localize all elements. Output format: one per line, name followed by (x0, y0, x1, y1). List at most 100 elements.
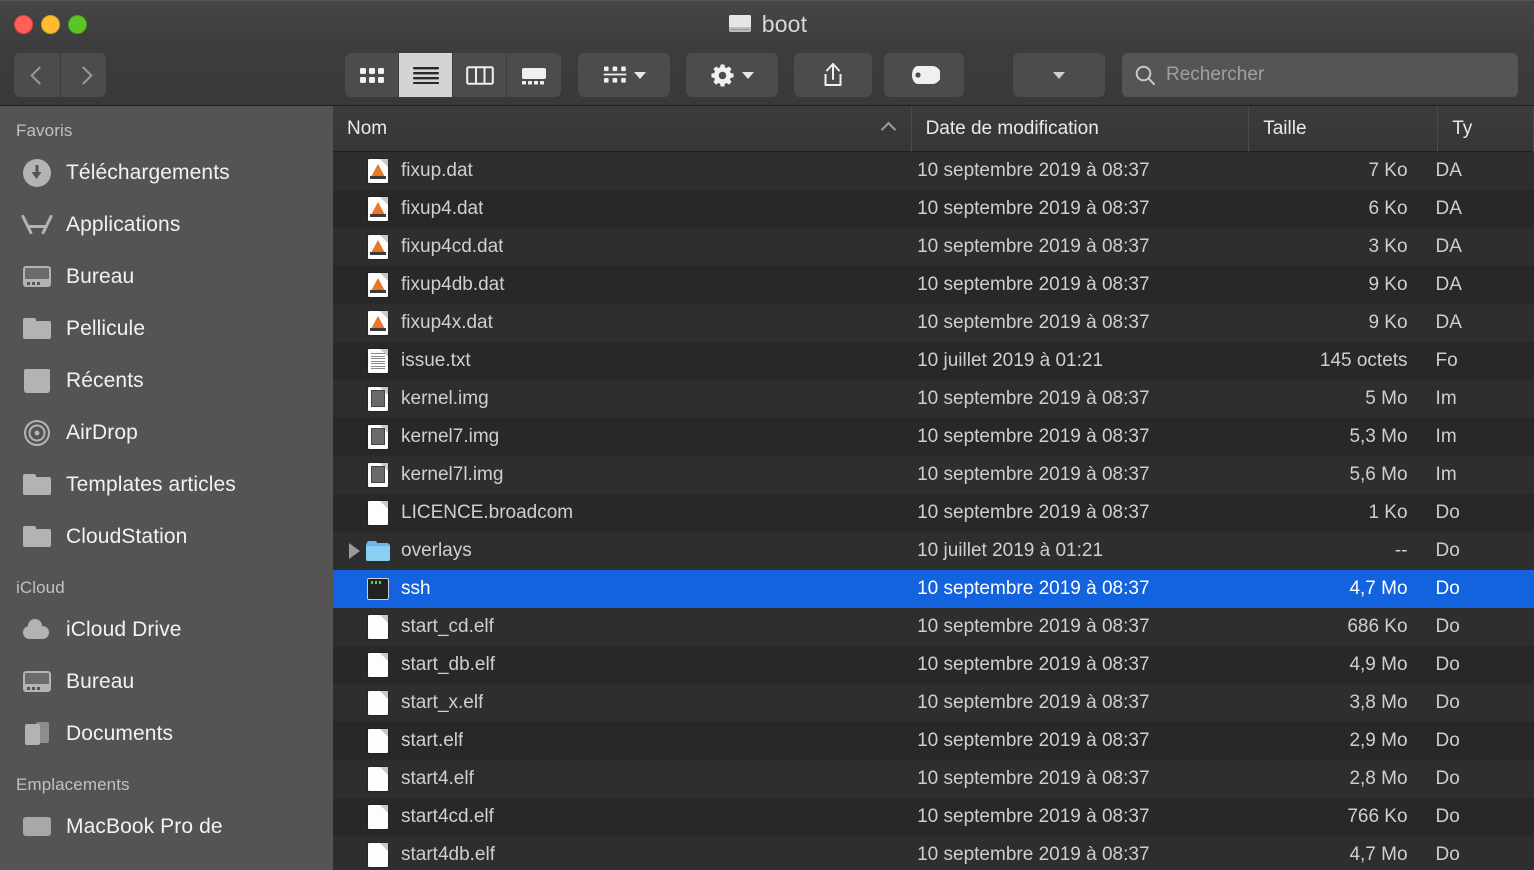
table-row[interactable]: fixup.dat 10 septembre 2019 à 08:37 7 Ko DA (333, 152, 1534, 190)
file-name-cell[interactable]: kernel.img (333, 386, 903, 412)
table-row[interactable]: LICENCE.broadcom 10 septembre 2019 à 08:3… (333, 494, 1534, 532)
blank-document-icon (365, 766, 391, 792)
file-date-cell: 10 septembre 2019 à 08:37 (917, 426, 1150, 447)
file-name-cell[interactable]: fixup4.dat (333, 196, 903, 222)
group-by-button[interactable] (578, 53, 670, 97)
file-name-cell[interactable]: start_cd.elf (333, 614, 903, 640)
arrange-button[interactable] (1013, 53, 1105, 97)
file-name-cell[interactable]: overlays (333, 538, 903, 564)
file-name-label: start.elf (401, 730, 464, 751)
file-name-cell[interactable]: LICENCE.broadcom (333, 500, 903, 526)
table-row[interactable]: ssh 10 septembre 2019 à 08:37 4,7 Mo Do (333, 570, 1534, 608)
forward-button[interactable] (60, 53, 106, 97)
chevron-right-icon (78, 66, 89, 85)
chevron-up-icon (883, 124, 895, 136)
file-date-cell: 10 septembre 2019 à 08:37 (917, 388, 1150, 409)
file-name-cell[interactable]: start4.elf (333, 766, 903, 792)
sidebar-item-label: MacBook Pro de (66, 815, 223, 838)
file-name-label: fixup4cd.dat (401, 236, 504, 257)
sidebar-item-icloud-drive[interactable]: iCloud Drive (0, 604, 333, 656)
file-size-cell: 5,6 Mo (1349, 464, 1408, 485)
file-name-cell[interactable]: start_db.elf (333, 652, 903, 678)
file-name-cell[interactable]: start.elf (333, 728, 903, 754)
vlc-document-icon (365, 158, 391, 184)
column-header-nom[interactable]: Nom (333, 106, 912, 152)
table-row[interactable]: issue.txt 10 juillet 2019 à 01:21 145 octe… (333, 342, 1534, 380)
table-row[interactable]: start_cd.elf 10 septembre 2019 à 08:37 686… (333, 608, 1534, 646)
table-row[interactable]: kernel7.img 10 septembre 2019 à 08:37 5,3 … (333, 418, 1534, 456)
file-name-cell[interactable]: ssh (333, 576, 903, 602)
table-row[interactable]: start_db.elf 10 septembre 2019 à 08:37 4,9… (333, 646, 1534, 684)
file-size-cell: 4,7 Mo (1349, 844, 1408, 865)
file-name-cell[interactable]: fixup4x.dat (333, 310, 903, 336)
file-date-cell: 10 septembre 2019 à 08:37 (917, 198, 1150, 219)
table-row[interactable]: fixup4x.dat 10 septembre 2019 à 08:37 9 Ko… (333, 304, 1534, 342)
column-header-type[interactable]: Ty (1438, 106, 1534, 152)
sidebar-item-pellicule[interactable]: Pellicule (0, 303, 333, 355)
file-name-label: start4.elf (401, 768, 474, 789)
sidebar-item-icloud-bureau[interactable]: Bureau (0, 656, 333, 708)
vlc-document-icon (365, 234, 391, 260)
file-name-cell[interactable]: kernel7.img (333, 424, 903, 450)
file-type-cell: Im (1435, 388, 1457, 409)
column-headers: Nom Date de modification Taille Ty (333, 106, 1534, 152)
file-size-cell: 2,9 Mo (1349, 730, 1408, 751)
sidebar[interactable]: Favoris Téléchargements Applications Bur… (0, 106, 333, 870)
blank-document-icon (365, 614, 391, 640)
sidebar-item-macbook-pro[interactable]: MacBook Pro de (0, 801, 333, 853)
list-view-button[interactable] (399, 53, 453, 97)
column-header-taille[interactable]: Taille (1249, 106, 1439, 152)
actions-button[interactable] (686, 53, 778, 97)
disclosure-triangle[interactable] (343, 543, 365, 559)
table-row[interactable]: start4.elf 10 septembre 2019 à 08:37 2,8 M… (333, 760, 1534, 798)
file-name-label: LICENCE.broadcom (401, 502, 574, 523)
gallery-view-button[interactable] (507, 53, 561, 97)
column-view-button[interactable] (453, 53, 507, 97)
file-name-cell[interactable]: fixup.dat (333, 158, 903, 184)
table-row[interactable]: fixup4db.dat 10 septembre 2019 à 08:37 9 K… (333, 266, 1534, 304)
table-row[interactable]: start4cd.elf 10 septembre 2019 à 08:37 766… (333, 798, 1534, 836)
sidebar-item-applications[interactable]: Applications (0, 199, 333, 251)
file-name-cell[interactable]: start_x.elf (333, 690, 903, 716)
table-row[interactable]: kernel7l.img 10 septembre 2019 à 08:37 5,6… (333, 456, 1534, 494)
blank-document-icon (365, 728, 391, 754)
table-row[interactable]: overlays 10 juillet 2019 à 01:21 -- Do (333, 532, 1534, 570)
back-button[interactable] (14, 53, 60, 97)
share-button[interactable] (794, 53, 872, 97)
file-name-label: issue.txt (401, 350, 471, 371)
sidebar-item-bureau[interactable]: Bureau (0, 251, 333, 303)
file-name-cell[interactable]: start4cd.elf (333, 804, 903, 830)
file-name-label: start_cd.elf (401, 616, 494, 637)
search-input[interactable]: Rechercher (1166, 64, 1264, 86)
tags-button[interactable] (884, 53, 964, 97)
image-document-icon (365, 424, 391, 450)
file-date-cell: 10 septembre 2019 à 08:37 (917, 274, 1150, 295)
table-row[interactable]: start_x.elf 10 septembre 2019 à 08:37 3,8 … (333, 684, 1534, 722)
sidebar-item-airdrop[interactable]: AirDrop (0, 407, 333, 459)
table-row[interactable]: start4db.elf 10 septembre 2019 à 08:37 4,7… (333, 836, 1534, 870)
file-type-cell: Do (1435, 540, 1460, 561)
file-name-cell[interactable]: fixup4db.dat (333, 272, 903, 298)
file-name-cell[interactable]: fixup4cd.dat (333, 234, 903, 260)
sidebar-item-documents[interactable]: Documents (0, 708, 333, 760)
icon-view-button[interactable] (345, 53, 399, 97)
table-row[interactable]: fixup4.dat 10 septembre 2019 à 08:37 6 Ko D… (333, 190, 1534, 228)
file-name-cell[interactable]: kernel7l.img (333, 462, 903, 488)
table-row[interactable]: fixup4cd.dat 10 septembre 2019 à 08:37 3 K… (333, 228, 1534, 266)
table-row[interactable]: start.elf 10 septembre 2019 à 08:37 2,9 Mo… (333, 722, 1534, 760)
sidebar-item-telechargements[interactable]: Téléchargements (0, 147, 333, 199)
column-header-date[interactable]: Date de modification (912, 106, 1250, 152)
sidebar-item-recents[interactable]: Récents (0, 355, 333, 407)
table-row[interactable]: kernel.img 10 septembre 2019 à 08:37 5 Mo I… (333, 380, 1534, 418)
file-type-cell: Do (1435, 692, 1460, 713)
chevron-down-icon (1053, 71, 1065, 79)
group-icon (603, 66, 626, 83)
file-name-cell[interactable]: start4db.elf (333, 842, 903, 868)
sidebar-item-label: Pellicule (66, 317, 146, 340)
sidebar-item-cloudstation[interactable]: CloudStation (0, 511, 333, 563)
blank-document-icon (365, 500, 391, 526)
sidebar-item-templates-articles[interactable]: Templates articles (0, 459, 333, 511)
search-field[interactable]: Rechercher (1122, 53, 1518, 97)
file-name-cell[interactable]: issue.txt (333, 348, 903, 374)
column-label: Ty (1452, 117, 1473, 139)
